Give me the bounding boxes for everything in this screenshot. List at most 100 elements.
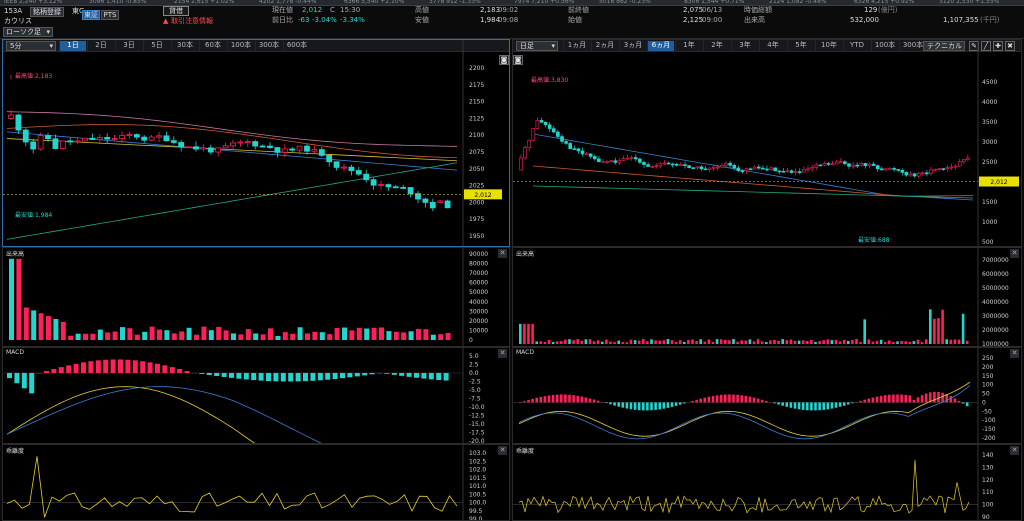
tab-pts[interactable]: PTS <box>101 10 119 20</box>
ticker-item[interactable]: IEE8 2,240 +3.12% <box>4 0 62 5</box>
volume-bar <box>23 307 29 340</box>
candle-body <box>843 161 847 165</box>
intraday-volume-panel[interactable]: 出来高 ✕ 90000 80000 70000 60000 50000 40000 3000… <box>2 247 510 347</box>
candle-body <box>802 169 806 173</box>
macd-histogram-bar <box>715 395 719 403</box>
candle-body <box>370 179 377 186</box>
caution-link[interactable]: 取引注意情報 <box>171 17 213 26</box>
volume-bar <box>789 339 793 344</box>
macd-histogram-bar <box>21 373 27 389</box>
watch-register-button[interactable]: 銘柄登録 <box>30 7 64 17</box>
volume-bar <box>806 340 809 344</box>
candle-body <box>333 161 340 168</box>
macd-histogram-bar <box>236 373 242 379</box>
ticker-item[interactable]: 2124 1,082 -0.48% <box>769 0 827 5</box>
candle-body <box>634 157 638 160</box>
deviation-line <box>6 456 458 518</box>
volume-bar <box>785 340 789 344</box>
macd-histogram-bar <box>347 373 353 378</box>
candle-body <box>908 173 913 176</box>
volume-bar <box>547 339 551 344</box>
candle-body <box>613 160 618 163</box>
volume-bar <box>933 318 936 344</box>
macd-histogram-bar <box>229 373 234 378</box>
camera-icon[interactable]: ◙ <box>499 55 509 65</box>
volume-bar <box>847 340 850 344</box>
volume-bar <box>275 335 281 340</box>
ticker-item[interactable]: 3778 912 -1.33% <box>429 0 481 5</box>
high-label: 最高値:3,830 <box>531 76 568 84</box>
volume-bar <box>937 318 940 344</box>
volume-bar <box>707 339 711 344</box>
macd-histogram-bar <box>646 402 649 411</box>
volume-bar <box>83 333 88 340</box>
daily-deviation-panel[interactable]: 乖離度 ✕ 140 130 120 110 100 90 <box>512 444 1022 521</box>
axis-tick: 1975 <box>469 216 484 223</box>
turnover-unit: (千円) <box>980 16 1000 24</box>
volume-bar <box>715 339 719 344</box>
ma-line <box>532 185 974 199</box>
ticker-item[interactable]: 3096 1,410 -0.85% <box>89 0 147 5</box>
macd-histogram-bar <box>650 402 653 411</box>
volume-bar <box>596 340 600 344</box>
axis-tick: 0 <box>469 337 473 344</box>
ticker-item[interactable]: 7974 7,210 +0.56% <box>514 0 574 5</box>
volume-bar <box>164 330 170 340</box>
volume-bar <box>253 333 259 340</box>
chart-type-dropdown[interactable]: ローソク足 ▾ <box>3 27 53 37</box>
macd-histogram-bar <box>601 401 604 403</box>
camera-icon[interactable]: ◙ <box>513 55 523 65</box>
ticker-item[interactable]: 6326 4,215 +0.92% <box>854 0 914 5</box>
axis-tick: 2100 <box>469 132 484 139</box>
macd-histogram-bar <box>695 399 698 403</box>
macd-histogram-bar <box>793 402 797 409</box>
volume-bar <box>633 340 637 344</box>
daily-volume-panel[interactable]: 出来高 ✕ 7000000 6000000 5000000 4000000 300000… <box>512 247 1022 347</box>
macd-histogram-bar <box>125 359 131 373</box>
candle-body <box>96 136 103 140</box>
volume-bar <box>867 339 871 344</box>
volume-bar <box>97 329 103 340</box>
macd-histogram-bar <box>384 373 390 374</box>
volume-bar <box>965 340 969 344</box>
candle-body <box>957 161 962 167</box>
axis-tick: 40000 <box>469 299 488 306</box>
low-label: 安値 <box>415 16 429 24</box>
volume-bar <box>728 340 731 344</box>
macd-histogram-bar <box>310 373 316 381</box>
candle-body <box>535 120 540 129</box>
macd-histogram-bar <box>965 402 969 407</box>
candle-body <box>111 138 118 140</box>
intraday-deviation-panel[interactable]: 乖離度 ✕ 103.0 102.5 102.0 101.5 101.0 100.5 100.… <box>2 444 510 521</box>
ticker-item[interactable]: 5016 862 -0.23% <box>599 0 651 5</box>
macd-histogram-bar <box>633 402 637 410</box>
ticker-item[interactable]: 8306 1,544 +0.71% <box>684 0 744 5</box>
ticker-item[interactable]: 2154 2,615 +1.02% <box>174 0 234 5</box>
candle-body <box>703 168 708 171</box>
daily-price-panel[interactable]: 日足 ▾ 1ヵ月 2ヵ月 3ヵ月 6ヵ月 1年 2年 3年 4年 5年 10年 YTD 100本 300本… <box>512 39 1022 247</box>
tab-tosho[interactable]: 東証 <box>82 10 100 20</box>
axis-tick: 4000000 <box>982 299 1009 306</box>
axis-tick: 3000000 <box>982 313 1009 320</box>
macd-histogram-bar <box>883 395 887 403</box>
macd-histogram-bar <box>103 359 109 373</box>
intraday-price-panel[interactable]: 5分 ▾ 1日 2日 3日 5日 30本 60本 100本 300本 600本 2200 2175 2… <box>2 39 510 247</box>
candle-body <box>793 171 798 173</box>
candle-body <box>679 164 683 166</box>
ticker-item[interactable]: 6366 5,540 +2.10% <box>344 0 404 5</box>
volume-bar <box>105 332 111 340</box>
candle-body <box>8 114 14 119</box>
volume-bar <box>756 339 760 344</box>
daily-macd-panel[interactable]: MACD ✕ 250 200 150 100 50 0 -50 -100 -150 -200 <box>512 347 1022 444</box>
volume-bar <box>830 340 834 344</box>
ticker-item[interactable]: 4202 1,778 -0.44% <box>259 0 317 5</box>
macd-histogram-bar <box>875 396 879 403</box>
price-label: 現在値 <box>272 6 293 14</box>
volume-bar <box>31 310 37 340</box>
candle-body <box>67 140 74 143</box>
axis-tick: 80000 <box>469 261 488 268</box>
axis-tick: 2000 <box>469 199 484 206</box>
intraday-macd-panel[interactable]: MACD ✕ 5.0 2.5 0.0 -2.5 -5.0 -7.5 -10.0 -12.5 -1… <box>2 347 510 444</box>
ticker-item[interactable]: 3120 2,530 +1.55% <box>939 0 999 5</box>
macd-histogram-bar <box>36 373 42 374</box>
